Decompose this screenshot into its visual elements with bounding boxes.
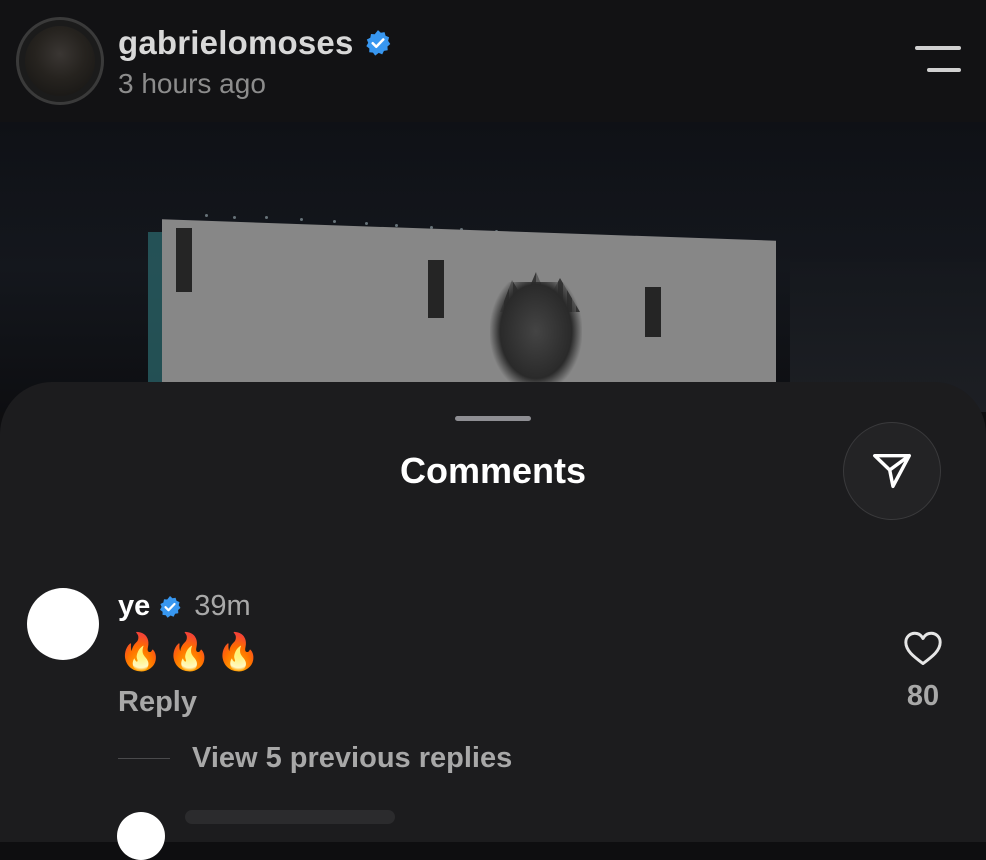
author-username[interactable]: gabrielomoses (118, 24, 354, 62)
verified-badge-icon (365, 30, 390, 56)
paper-plane-icon (873, 453, 911, 489)
screen-post (645, 287, 661, 337)
like-count: 80 (906, 680, 940, 712)
comment-time: 39m (194, 590, 251, 622)
comments-sheet: Comments ye 39m 🔥🔥🔥 Reply 80 View 5 prev… (0, 382, 986, 860)
comments-title: Comments (399, 450, 587, 491)
author-row: gabrielomoses (118, 24, 392, 62)
comment-avatar[interactable] (27, 588, 99, 660)
screen-post (176, 228, 192, 292)
view-replies-link[interactable]: View 5 previous replies (192, 742, 512, 775)
comment-username[interactable]: ye (118, 590, 150, 623)
performer-figure (490, 282, 582, 392)
screen-post (428, 260, 444, 318)
verified-badge-icon (160, 595, 181, 618)
comment-item: ye 39m 🔥🔥🔥 Reply 80 (0, 580, 986, 730)
post-timestamp: 3 hours ago (118, 68, 266, 99)
post-header: gabrielomoses 3 hours ago (0, 0, 986, 122)
author-avatar[interactable] (16, 17, 104, 105)
next-comment-avatar[interactable] (117, 812, 165, 860)
sheet-grabber-handle[interactable] (455, 416, 531, 421)
share-button[interactable] (843, 422, 941, 520)
reply-button[interactable]: Reply (118, 686, 197, 719)
menu-icon[interactable] (915, 46, 961, 74)
heart-icon[interactable] (903, 630, 943, 666)
comment-header: ye 39m (118, 590, 251, 623)
replies-divider (118, 757, 170, 760)
next-comment-placeholder (185, 810, 395, 824)
post-media[interactable] (0, 122, 986, 412)
view-replies-row[interactable]: View 5 previous replies (118, 742, 512, 775)
comment-text: 🔥🔥🔥 (118, 631, 265, 672)
